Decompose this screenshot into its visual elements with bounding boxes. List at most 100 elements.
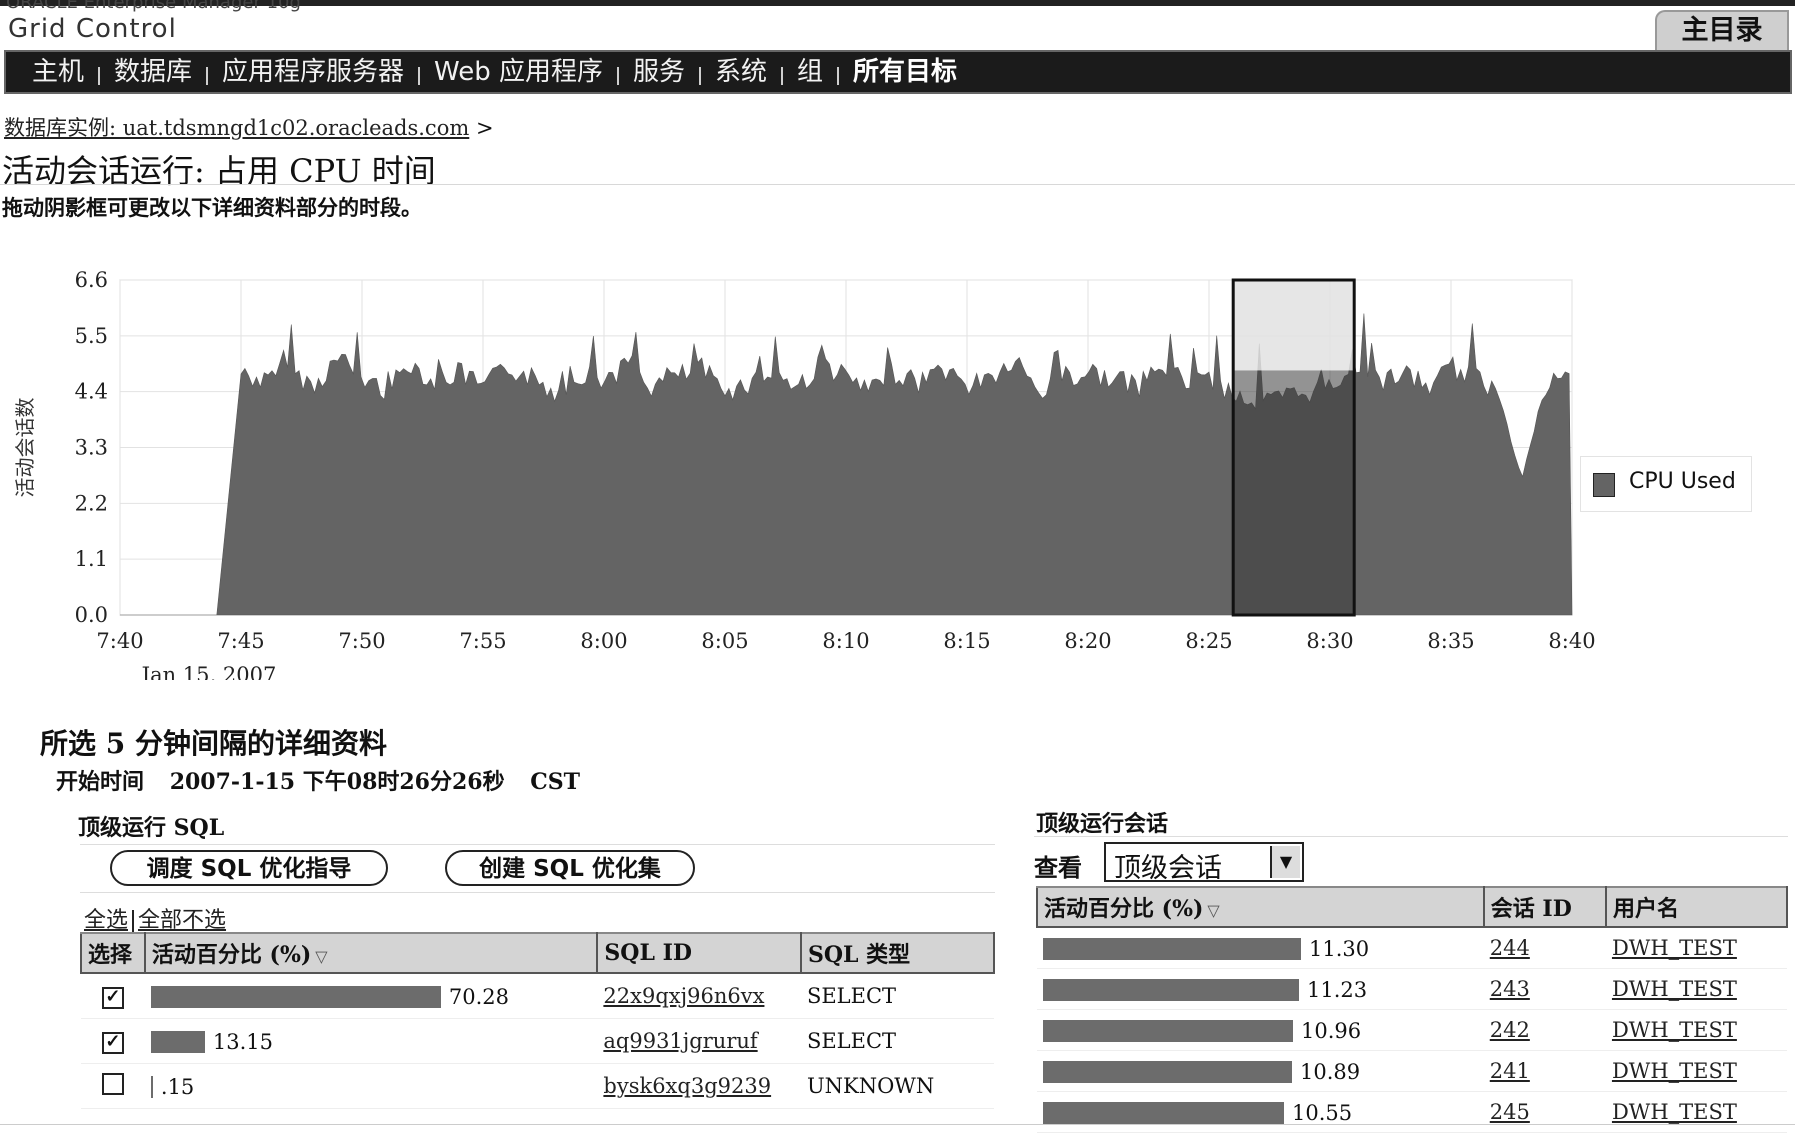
top-sessions-title: 顶级运行会话	[1036, 811, 1169, 837]
session-id-link[interactable]: 244	[1490, 936, 1530, 960]
selection-highlight-fill	[1233, 370, 1355, 615]
sql-table-row: ✓ 70.28 22x9qxj96n6vx SELECT	[81, 973, 994, 1019]
legend-swatch-cpu-used	[1593, 473, 1615, 497]
session-row-id-cell: 244	[1483, 927, 1606, 969]
nav-items: 主机 数据库 应用程序服务器 Web 应用程序 服务 系统组所有目标	[18, 52, 971, 92]
page-title: 活动会话运行: 占用 CPU 时间	[2, 152, 436, 190]
sql-row-type-cell: SELECT	[800, 1018, 994, 1064]
activity-bar	[1043, 937, 1301, 960]
view-label: 查看	[1034, 854, 1082, 882]
x-tick-label: 7:55	[459, 629, 506, 653]
col-header-session-activity[interactable]: 活动百分比 (%) ▽	[1036, 886, 1485, 928]
start-time-tz: CST	[530, 769, 581, 795]
y-tick-label: 2.2	[75, 491, 108, 515]
x-tick-label: 8:30	[1306, 629, 1353, 653]
legend-label-cpu-used: CPU Used	[1629, 469, 1736, 494]
sql-row-checkbox[interactable]: ✓	[101, 1032, 124, 1054]
sql-table-row: .15 bysk6xq3g9239 UNKNOWN	[81, 1063, 994, 1109]
username-link[interactable]: DWH_TEST	[1612, 936, 1737, 960]
session-table-row: 11.23 243 DWH_TEST	[1037, 968, 1787, 1010]
nav-item-2[interactable]: 应用程序服务器	[208, 52, 418, 92]
nav-item-3[interactable]: Web 应用程序	[420, 52, 617, 92]
session-row-id-cell: 242	[1483, 1009, 1606, 1051]
create-sql-tuning-set-button[interactable]: 创建 SQL 优化集	[445, 850, 695, 886]
session-row-activity-cell: 10.89	[1037, 1050, 1484, 1092]
username-link[interactable]: DWH_TEST	[1612, 1100, 1737, 1124]
view-select[interactable]: 顶级会话 ▼	[1104, 842, 1304, 884]
select-none-link[interactable]: 全部不选	[138, 908, 226, 933]
sql-id-link[interactable]: bysk6xq3g9239	[603, 1074, 771, 1098]
app-title: Grid Control	[8, 14, 177, 44]
top-sessions-table: 活动百分比 (%) ▽ 会话 ID 用户名 11.30 244 DWH_TEST 11.…	[1036, 886, 1789, 1133]
session-id-link[interactable]: 245	[1490, 1100, 1530, 1124]
session-row-user-cell: DWH_TEST	[1605, 1091, 1787, 1133]
session-row-id-cell: 241	[1483, 1050, 1606, 1092]
session-row-user-cell: DWH_TEST	[1605, 1050, 1787, 1092]
activity-value: 10.96	[1301, 1018, 1362, 1043]
sql-row-id-cell: bysk6xq3g9239	[597, 1063, 801, 1109]
session-row-id-cell: 243	[1483, 968, 1606, 1010]
sessions-title-rule	[1034, 836, 1788, 837]
username-link[interactable]: DWH_TEST	[1612, 1018, 1737, 1042]
sql-toolbar-bottom-rule	[80, 892, 995, 893]
selection-highlight-top	[1233, 280, 1355, 371]
session-id-link[interactable]: 241	[1490, 1059, 1530, 1083]
bottom-rule	[0, 1124, 1795, 1125]
y-tick-label: 1.1	[75, 547, 108, 571]
select-links-divider	[132, 910, 135, 932]
sql-row-checkbox[interactable]: ✓	[101, 987, 124, 1009]
main-nav-bar: 主机 数据库 应用程序服务器 Web 应用程序 服务 系统组所有目标	[4, 50, 1792, 94]
activity-bar	[1043, 978, 1299, 1001]
sql-id-link[interactable]: aq9931jgruruf	[603, 1029, 757, 1053]
session-row-activity-cell: 11.23	[1037, 968, 1484, 1010]
title-divider	[0, 184, 1795, 185]
x-tick-label: 8:40	[1548, 629, 1595, 653]
activity-bar	[1043, 1060, 1292, 1083]
breadcrumb: 数据库实例: uat.tdsmngd1c02.oracleads.com >	[4, 112, 494, 142]
home-tab[interactable]: 主目录	[1655, 10, 1789, 50]
select-all-link[interactable]: 全选	[84, 908, 128, 933]
start-time-value: 2007-1-15 下午08时26分26秒	[169, 769, 505, 795]
active-sessions-chart: 0.0 1.1 2.2 3.3 4.4 5.5 6.6 7:40 7:45 7:50 7:55 8:0…	[13, 268, 1596, 680]
details-title: 所选 5 分钟间隔的详细资料	[40, 727, 387, 760]
nav-item-7[interactable]: 所有目标	[839, 52, 971, 92]
activity-value: 11.23	[1307, 977, 1368, 1002]
sql-table-row: ✓ 13.15 aq9931jgruruf SELECT	[81, 1018, 994, 1064]
chevron-down-icon[interactable]: ▼	[1270, 846, 1300, 878]
nav-item-6[interactable]: 组	[783, 52, 837, 92]
nav-item-1[interactable]: 数据库	[100, 52, 206, 92]
activity-bar	[1043, 1019, 1293, 1042]
username-link[interactable]: DWH_TEST	[1612, 1059, 1737, 1083]
sort-desc-icon: ▽	[315, 947, 328, 966]
session-row-activity-cell: 11.30	[1037, 927, 1484, 969]
y-tick-label: 3.3	[75, 436, 108, 460]
col-header-sql-id[interactable]: SQL ID	[596, 932, 802, 974]
sql-id-link[interactable]: 22x9qxj96n6vx	[603, 984, 764, 1008]
username-link[interactable]: DWH_TEST	[1612, 977, 1737, 1001]
x-tick-label: 8:35	[1427, 629, 1474, 653]
nav-item-5[interactable]: 系统	[701, 52, 781, 92]
top-sql-title: 顶级运行 SQL	[78, 815, 225, 841]
session-table-row: 10.89 241 DWH_TEST	[1037, 1050, 1787, 1092]
nav-item-4[interactable]: 服务	[619, 52, 699, 92]
sort-desc-icon: ▽	[1207, 901, 1220, 920]
col-header-activity[interactable]: 活动百分比 (%) ▽	[143, 932, 599, 974]
nav-item-0[interactable]: 主机	[18, 52, 98, 92]
x-date-label: Jan 15, 2007	[140, 663, 277, 680]
session-id-link[interactable]: 242	[1490, 1018, 1530, 1042]
session-id-link[interactable]: 243	[1490, 977, 1530, 1001]
session-row-user-cell: DWH_TEST	[1605, 968, 1787, 1010]
view-select-value: 顶级会话	[1114, 853, 1222, 884]
session-row-activity-cell: 10.96	[1037, 1009, 1484, 1051]
y-tick-label: 5.5	[75, 324, 108, 348]
sql-row-select-cell	[81, 1063, 145, 1109]
col-header-session-id[interactable]: 会话 ID	[1482, 886, 1607, 928]
activity-value: 70.28	[448, 984, 510, 1009]
breadcrumb-db-instance-link[interactable]: 数据库实例: uat.tdsmngd1c02.oracleads.com	[4, 116, 469, 140]
select-links: 全选 全部不选	[84, 902, 226, 934]
col-header-username[interactable]: 用户名	[1604, 886, 1789, 928]
y-tick-label: 4.4	[75, 380, 108, 404]
col-header-sql-type[interactable]: SQL 类型	[799, 932, 996, 974]
sql-row-checkbox[interactable]	[101, 1072, 124, 1095]
schedule-sql-tuning-button[interactable]: 调度 SQL 优化指导	[110, 850, 388, 886]
